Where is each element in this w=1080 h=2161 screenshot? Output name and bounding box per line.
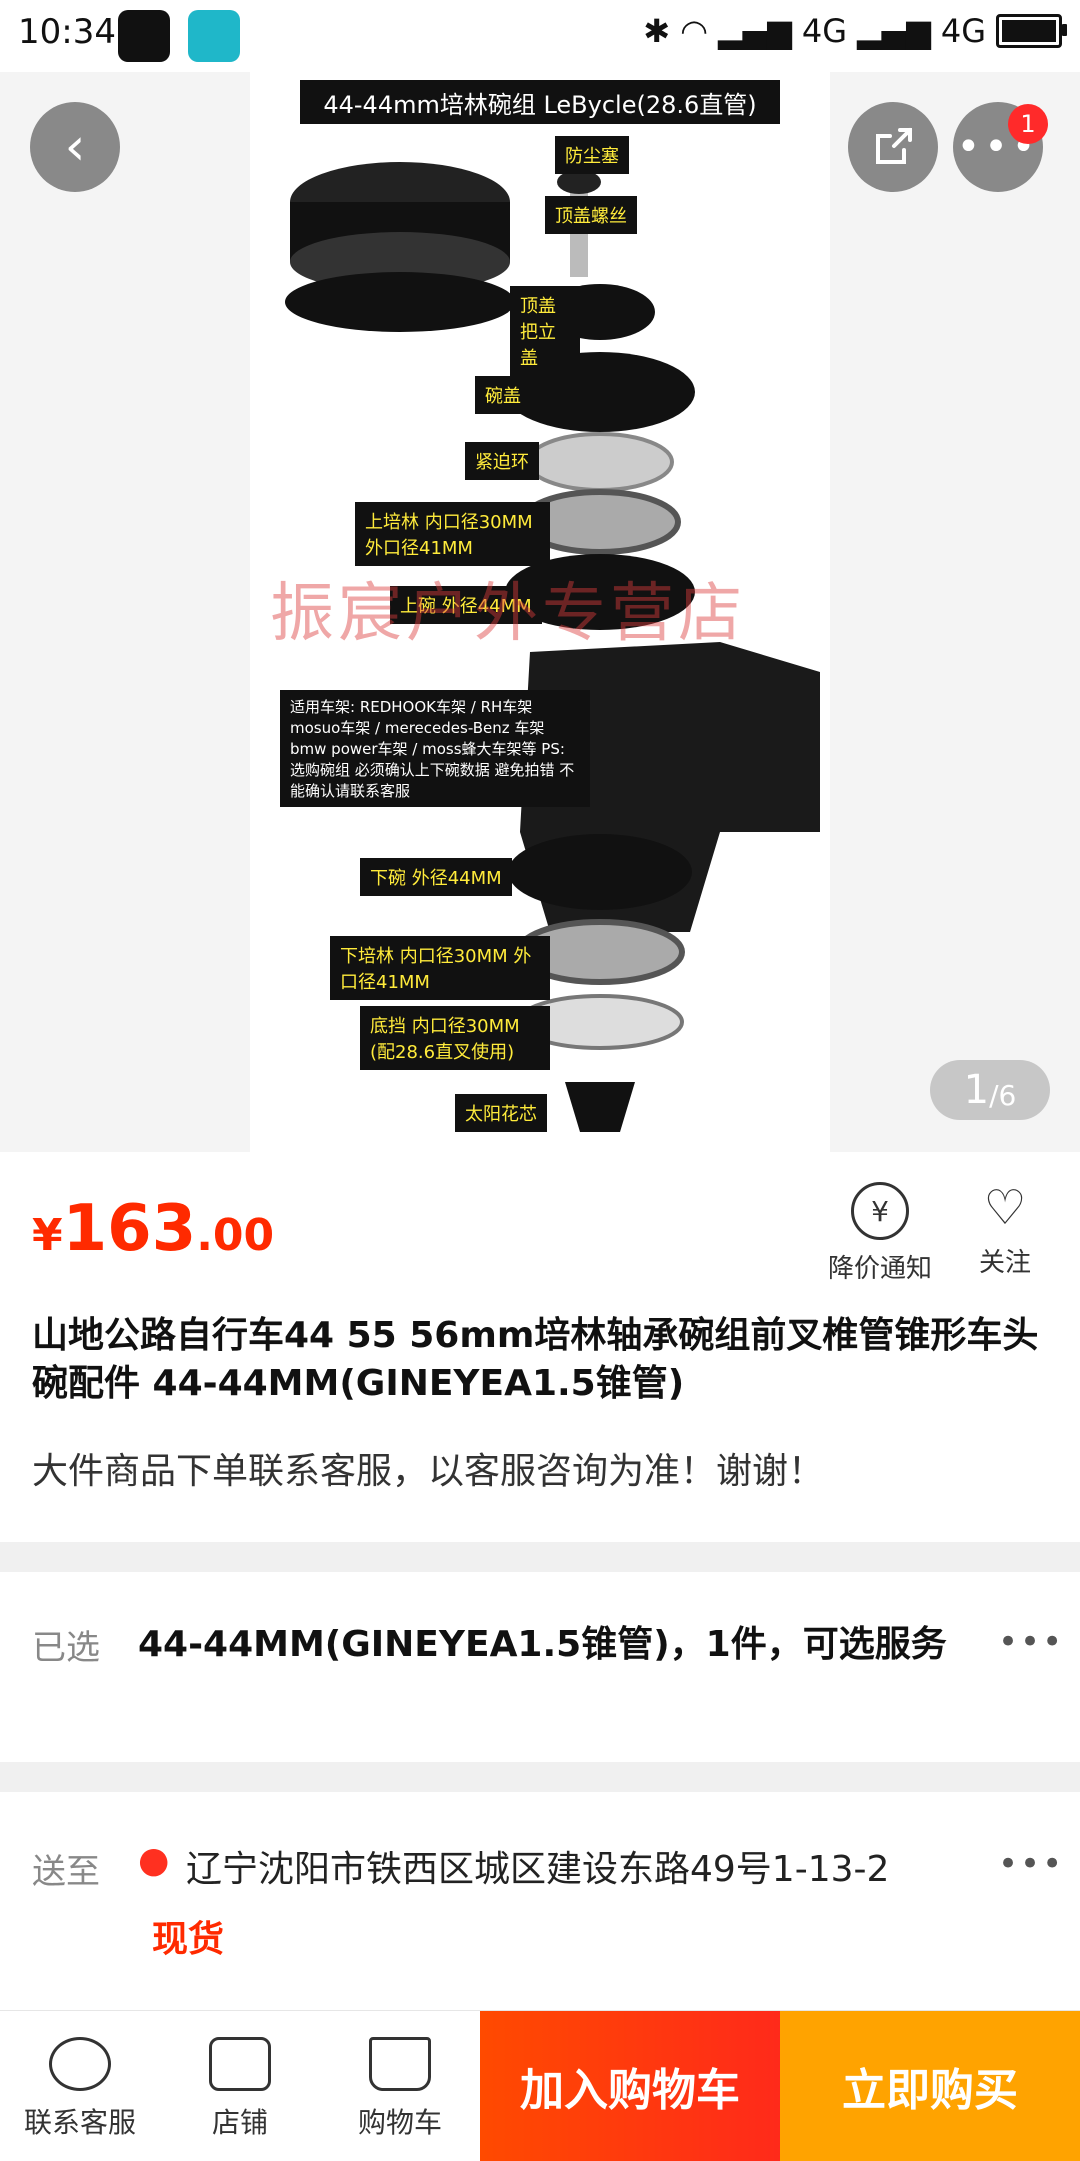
image-watermark: 振宸户外专营店	[270, 577, 746, 651]
label-top-cap: 顶盖 把立盖	[510, 286, 580, 376]
delivery-label: 送至	[32, 1852, 100, 1892]
section-divider	[0, 1542, 1080, 1572]
network2-label: 4G	[940, 12, 986, 50]
bottom-action-bar: 联系客服 店铺 购物车 加入购物车 立即购买	[0, 2010, 1080, 2161]
signal2-icon: ▂▄▆	[857, 12, 931, 50]
selected-value: 44-44MM(GINEYEA1.5锥管)，1件，可选服务	[138, 1624, 947, 1665]
delivery-row[interactable]: 送至 ● 辽宁沈阳市铁西区城区建设东路49号1-13-2 ••• 现货	[0, 1792, 1080, 2022]
more-dots-icon: •••	[998, 1844, 1065, 1884]
label-crown-race: 底挡 内口径30MM (配28.6直叉使用)	[360, 1006, 550, 1070]
follow-button[interactable]: ♡ 关注	[945, 1180, 1065, 1279]
more-dots-icon: •••	[998, 1622, 1065, 1662]
label-lower-cup: 下碗 外径44MM	[360, 858, 512, 896]
price-drop-notify-button[interactable]: ¥ 降价通知	[820, 1182, 940, 1285]
store-label: 店铺	[211, 2106, 268, 2139]
add-to-cart-button[interactable]: 加入购物车	[480, 2011, 780, 2161]
notify-label: 降价通知	[827, 1254, 932, 1284]
follow-label: 关注	[978, 1248, 1031, 1278]
battery-icon	[996, 14, 1067, 48]
network-label: 4G	[801, 12, 848, 50]
label-lower-bearing: 下培林 内口径30MM 外口径41MM	[330, 936, 550, 1000]
status-bar: 10:34 ✱ ◠ ▂▄▆ 4G ▂▄▆ 4G	[0, 0, 1080, 72]
price: ¥163.00	[32, 1192, 274, 1266]
image-counter: 1/6	[930, 1060, 1050, 1120]
store-tab[interactable]: 店铺	[170, 2037, 310, 2141]
label-dust-cap: 防尘塞	[555, 136, 629, 174]
status-right: ✱ ◠ ▂▄▆ 4G ▂▄▆ 4G	[643, 12, 1067, 50]
share-button[interactable]	[848, 102, 938, 192]
label-compatible-frames: 适用车架: REDHOOK车架 / RH车架 mosuo车架 / mereced…	[280, 690, 590, 807]
back-button[interactable]: ‹	[30, 102, 120, 192]
cart-icon	[369, 2037, 431, 2091]
product-subtitle: 大件商品下单联系客服，以客服咨询为准！谢谢！	[32, 1451, 825, 1492]
product-image-carousel[interactable]: 44-44mm培林碗组 LeBycle(28.6直管) 防尘塞 顶盖螺丝 顶盖 …	[0, 72, 1080, 1152]
signal-icon: ▂▄▆	[718, 12, 792, 50]
selected-label: 已选	[32, 1628, 100, 1668]
status-time: 10:34	[18, 12, 116, 52]
heart-icon: ♡	[983, 1180, 1027, 1236]
cart-tab[interactable]: 购物车	[330, 2037, 470, 2141]
label-compression-ring: 紧迫环	[465, 442, 539, 480]
price-integer: 163	[62, 1192, 197, 1266]
selected-spec-row[interactable]: 已选 44-44MM(GINEYEA1.5锥管)，1件，可选服务 •••	[0, 1572, 1080, 1762]
price-section: ¥163.00 ¥ 降价通知 ♡ 关注 山地公路自行车44 55 56mm培林轴…	[0, 1152, 1080, 1542]
label-star-nut: 太阳花芯	[455, 1094, 547, 1132]
store-icon	[209, 2037, 271, 2091]
poster-title: 44-44mm培林碗组 LeBycle(28.6直管)	[300, 80, 780, 124]
location-pin-icon: ●	[138, 1840, 170, 1881]
chat-icon	[49, 2037, 111, 2091]
price-symbol: ¥	[32, 1210, 63, 1261]
delivery-address: 辽宁沈阳市铁西区城区建设东路49号1-13-2	[186, 1849, 890, 1890]
back-icon: ‹	[64, 117, 86, 177]
price-decimal: .00	[196, 1210, 275, 1261]
image-counter-current: 1	[963, 1067, 990, 1113]
bluetooth-icon: ✱	[643, 12, 671, 50]
app-notification-icon	[118, 10, 170, 62]
customer-service-tab[interactable]: 联系客服	[10, 2037, 150, 2141]
cart-label: 购物车	[357, 2106, 442, 2139]
customer-service-label: 联系客服	[23, 2106, 136, 2139]
stock-status: 现货	[152, 1919, 225, 1960]
scan-notification-icon	[188, 10, 240, 62]
buy-now-button[interactable]: 立即购买	[780, 2011, 1080, 2161]
share-icon	[876, 128, 912, 164]
label-upper-bearing: 上培林 内口径30MM 外口径41MM	[355, 502, 550, 566]
wifi-icon: ◠	[680, 12, 709, 50]
notification-badge: 1	[1008, 104, 1048, 144]
section-divider	[0, 1762, 1080, 1792]
product-title: 山地公路自行车44 55 56mm培林轴承碗组前叉椎管锥形车头碗配件 44-44…	[32, 1315, 1039, 1404]
label-top-bolt: 顶盖螺丝	[545, 196, 637, 234]
yen-bell-icon: ¥	[851, 1182, 909, 1240]
image-counter-total: /6	[989, 1078, 1017, 1112]
label-cup-cover: 碗盖	[475, 376, 531, 414]
